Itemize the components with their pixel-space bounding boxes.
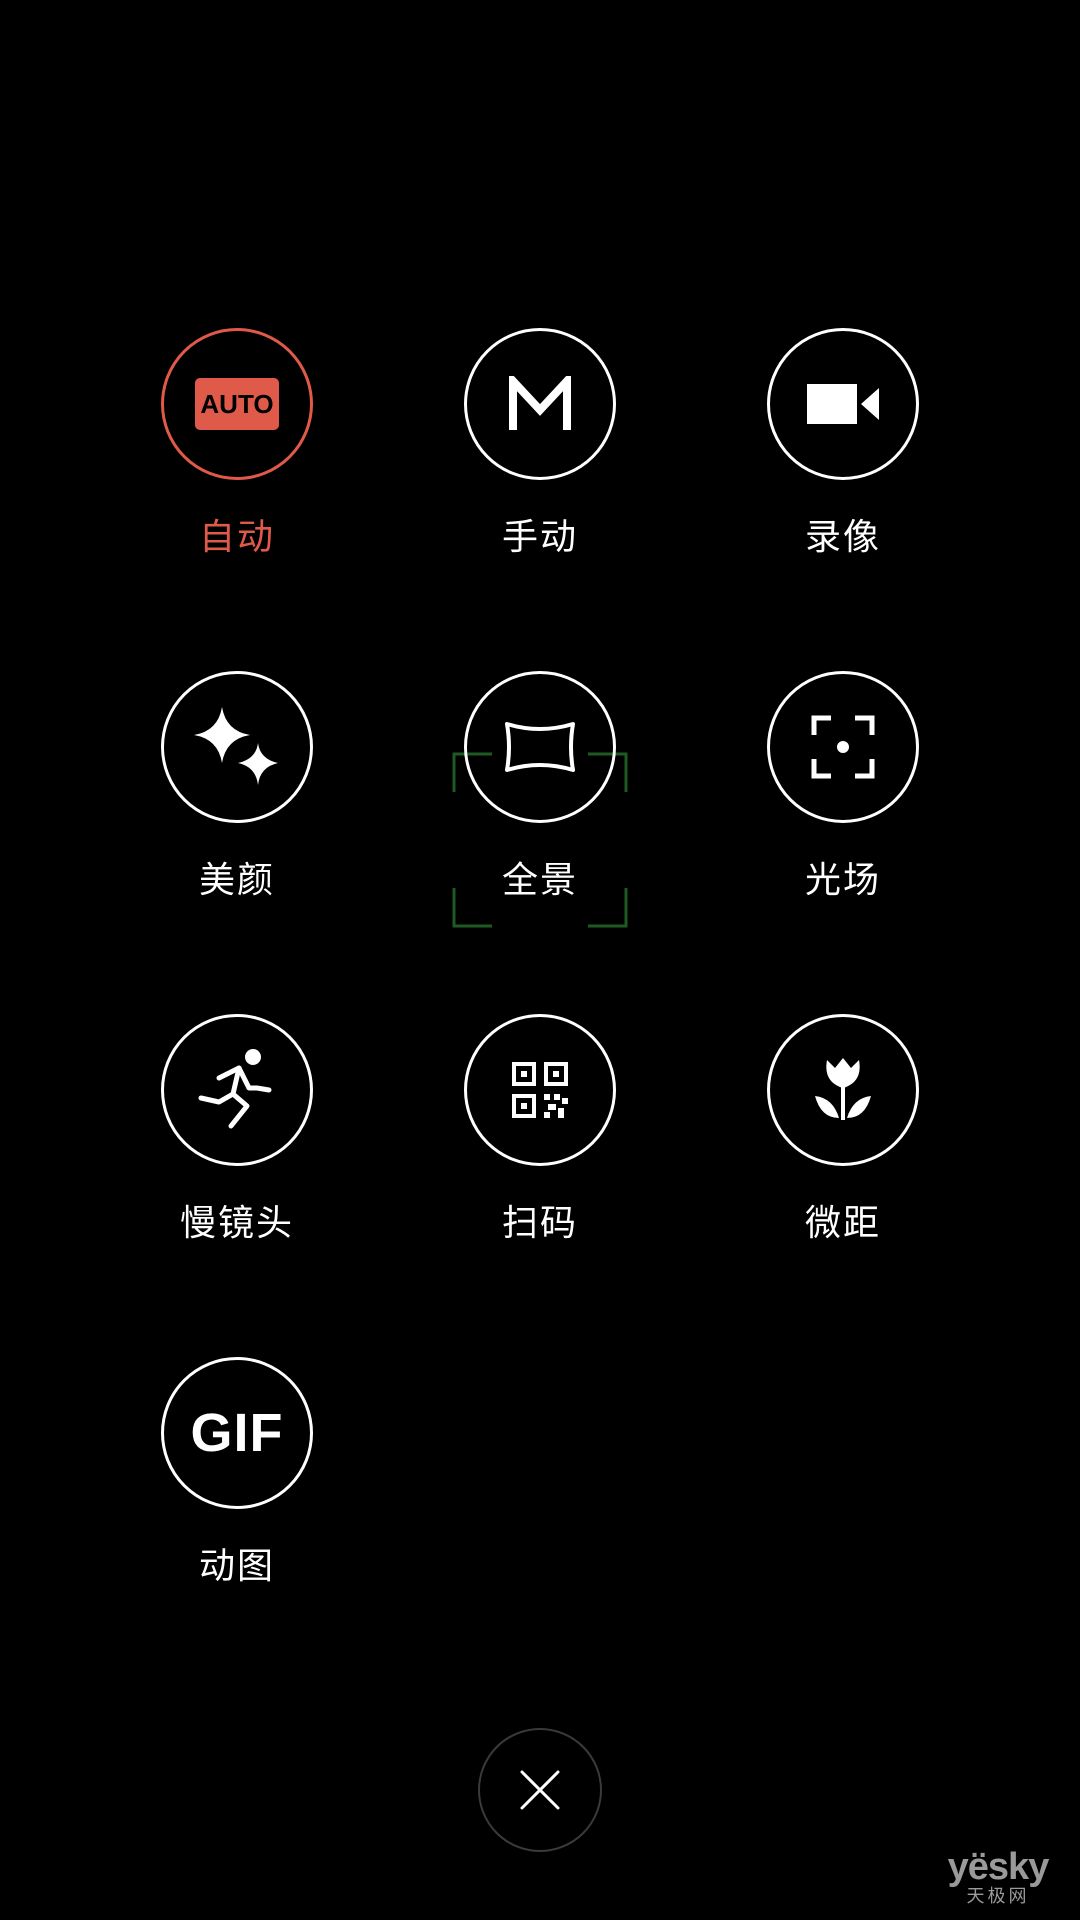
mode-panorama-label: 全景 [501,860,578,901]
auto-badge-icon: AUTO [195,378,279,430]
mode-light-field-label: 光场 [804,860,881,901]
mode-auto-label: 自动 [198,517,275,558]
focus-frame-icon [811,715,875,779]
mode-beauty-ring [161,671,313,823]
tulip-icon [815,1058,871,1120]
mode-scan[interactable]: 扫码 [440,1014,640,1274]
mode-video-label: 录像 [804,517,881,558]
mode-auto[interactable]: AUTO 自动 [137,328,337,588]
mode-macro[interactable]: 微距 [743,1014,943,1274]
qr-code-icon [512,1062,568,1118]
mode-light-field-ring [767,671,919,823]
mode-slow-motion[interactable]: 慢镜头 [137,1014,337,1274]
sparkle-icon [194,707,278,785]
mode-video[interactable]: 录像 [743,328,943,588]
mode-manual-ring [464,328,616,480]
mode-gif[interactable]: GIF 动图 [137,1357,337,1617]
close-button[interactable] [478,1728,602,1852]
mode-manual-label: 手动 [501,517,578,558]
gif-icon: GIF [190,1403,284,1463]
close-icon [520,1770,560,1810]
mode-manual[interactable]: 手动 [440,328,640,588]
m-letter-icon [509,376,571,430]
mode-beauty-label: 美颜 [198,860,275,901]
mode-gif-label: 动图 [198,1546,275,1587]
mode-beauty[interactable]: 美颜 [137,671,337,931]
watermark: yësky 天极网 [938,1848,1058,1912]
mode-scan-label: 扫码 [501,1203,578,1244]
mode-auto-ring: AUTO [161,328,313,480]
watermark-site-name: 天极网 [966,1886,1030,1907]
mode-macro-ring [767,1014,919,1166]
mode-scan-ring [464,1014,616,1166]
panorama-icon [505,722,575,772]
mode-slow-motion-ring [161,1014,313,1166]
mode-macro-label: 微距 [804,1203,881,1244]
mode-video-ring [767,328,919,480]
mode-slow-motion-label: 慢镜头 [179,1203,294,1244]
mode-light-field[interactable]: 光场 [743,671,943,931]
mode-gif-ring: GIF [161,1357,313,1509]
running-person-icon [198,1049,272,1129]
video-camera-icon [807,384,879,424]
mode-panorama[interactable]: 全景 [440,671,640,931]
camera-mode-screen: AUTO 自动 手动 录像 美颜 全景 光场 慢镜头 扫码 微距 GIF 动图 … [0,0,1080,1920]
mode-panorama-ring [464,671,616,823]
watermark-logo-text: yësky [947,1846,1050,1888]
